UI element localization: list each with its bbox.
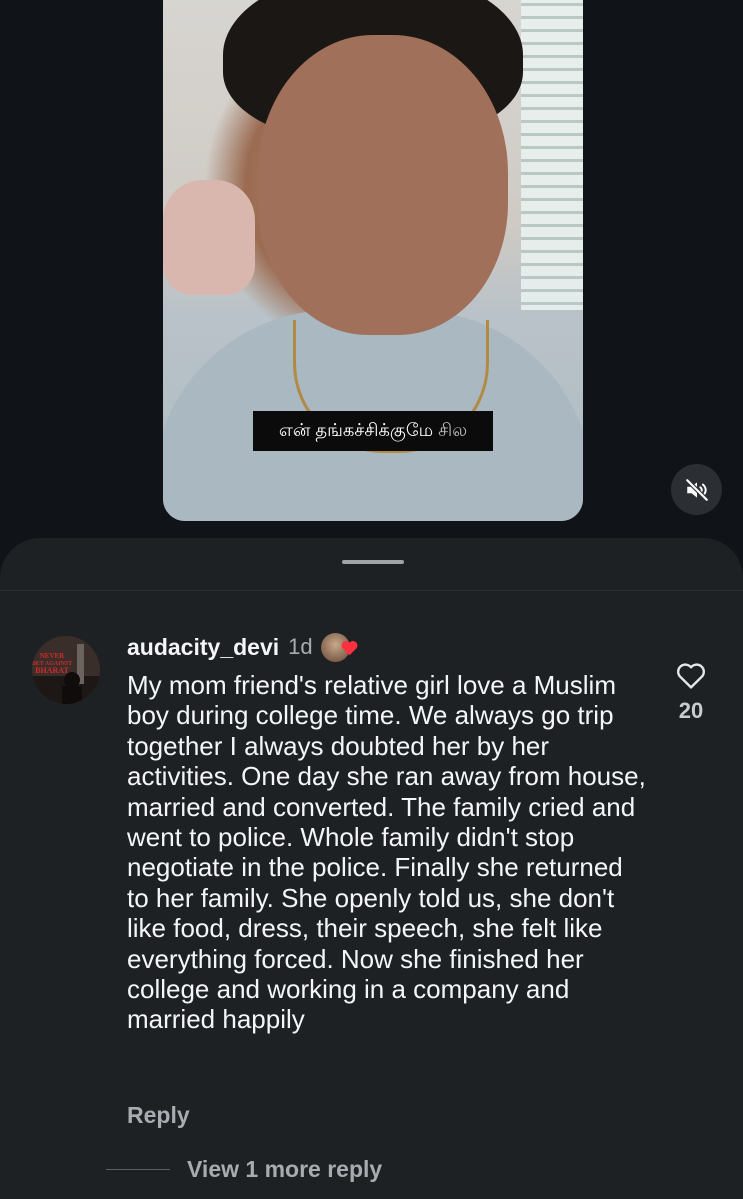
comment-text: My mom friend's relative girl love a Mus… (127, 670, 646, 1035)
caption-main: என் தங்கச்சிக்குமே (278, 419, 434, 440)
window-blinds (521, 0, 583, 310)
comment-header: audacity_devi 1d (127, 630, 361, 664)
author-reaction (320, 631, 361, 663)
like-button[interactable] (675, 660, 707, 690)
heart-icon (341, 641, 358, 656)
caption-faded: சில (438, 419, 468, 440)
video-caption: என் தங்கச்சிக்குமே சில (253, 411, 493, 451)
like-count: 20 (678, 698, 704, 723)
pink-bag (163, 180, 255, 295)
view-more-replies-button[interactable]: View 1 more reply (187, 1156, 382, 1183)
video-area: என் தங்கச்சிக்குமே சில (0, 0, 743, 540)
avatar-logo-text: NEVER (40, 652, 65, 660)
reply-button[interactable]: Reply (127, 1102, 190, 1129)
comment-username[interactable]: audacity_devi (127, 634, 279, 661)
drag-handle[interactable] (342, 560, 404, 564)
replies-divider-line (106, 1169, 170, 1170)
avatar[interactable]: NEVER BET AGAINST BHARAT (32, 636, 100, 704)
comment-time: 1d (288, 634, 313, 659)
sheet-divider (0, 590, 743, 591)
avatar-image: NEVER BET AGAINST BHARAT (32, 636, 100, 704)
face (258, 35, 508, 335)
comments-sheet: NEVER BET AGAINST BHARAT audacity_devi 1… (0, 538, 743, 1199)
svg-text:BHARAT: BHARAT (35, 666, 69, 675)
speaker-muted-icon (685, 478, 708, 501)
heart-outline-icon (677, 663, 705, 689)
mute-button[interactable] (671, 464, 722, 515)
